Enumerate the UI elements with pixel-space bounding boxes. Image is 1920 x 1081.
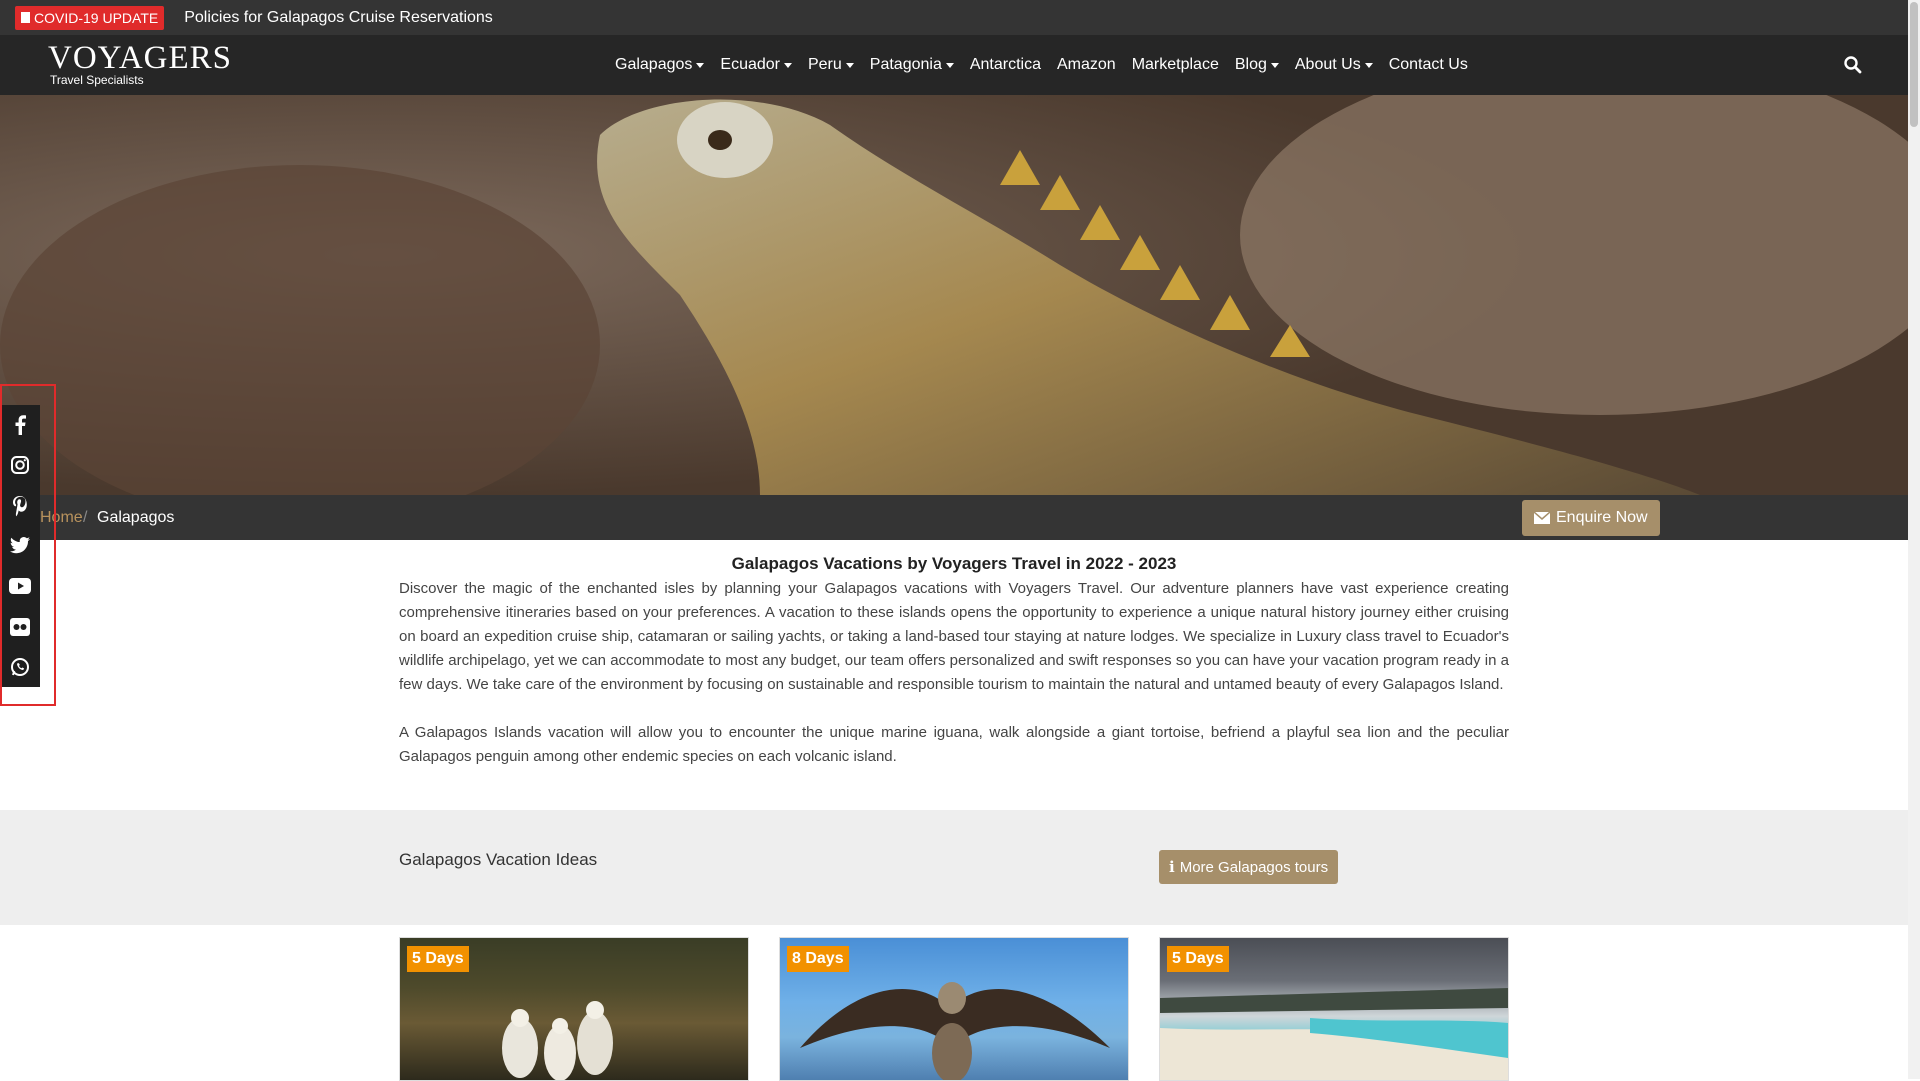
info-icon: i [1169, 858, 1175, 876]
document-icon [21, 12, 30, 23]
nav-item-blog[interactable]: Blog [1235, 56, 1279, 74]
nav-item-galapagos[interactable]: Galapagos [615, 56, 705, 74]
caret-down-icon [783, 62, 792, 68]
caret-down-icon [845, 62, 854, 68]
nav-item-contact-us[interactable]: Contact Us [1389, 56, 1468, 74]
flickr-icon[interactable] [9, 616, 31, 638]
breadcrumb-home-link[interactable]: Home [40, 509, 83, 527]
more-galapagos-tours-button[interactable]: i More Galapagos tours [1159, 850, 1339, 884]
caret-down-icon [1364, 62, 1373, 68]
nav-item-ecuador[interactable]: Ecuador [720, 56, 792, 74]
nav-label: Peru [807, 56, 842, 73]
page-scrollbar[interactable] [1908, 0, 1920, 1079]
breadcrumb-separator: / [83, 509, 88, 526]
tour-card[interactable]: 8 Days [779, 937, 1129, 1081]
nav-label: Marketplace [1131, 56, 1219, 73]
intro-paragraph-2: A Galapagos Islands vacation will allow … [399, 724, 1509, 765]
covid-badge-label: COVID-19 UPDATE [34, 9, 159, 26]
page-title: Galapagos Vacations by Voyagers Travel i… [731, 554, 1177, 573]
top-announcement-bar: COVID-19 UPDATE Policies for Galapagos C… [0, 0, 1920, 35]
covid-update-badge[interactable]: COVID-19 UPDATE [15, 5, 165, 30]
pinterest-icon[interactable] [9, 495, 31, 517]
caret-down-icon [696, 62, 705, 68]
whatsapp-icon[interactable] [9, 656, 31, 678]
facebook-icon[interactable] [9, 414, 31, 436]
policies-link[interactable]: Policies for Galapagos Cruise Reservatio… [184, 9, 493, 27]
nav-label: Galapagos [615, 56, 693, 73]
scrollbar-thumb[interactable] [1910, 2, 1918, 127]
nav-label: Amazon [1056, 56, 1116, 73]
nav-item-patagonia[interactable]: Patagonia [870, 56, 954, 74]
main-navbar: VOYAGERS Travel Specialists Galapagos Ec… [0, 35, 1908, 95]
brand-name: VOYAGERS [48, 40, 233, 76]
social-sidebar [0, 405, 40, 687]
youtube-icon[interactable] [9, 575, 31, 597]
twitter-icon[interactable] [9, 535, 31, 557]
nav-label: Ecuador [720, 56, 780, 73]
iguana-illustration [0, 95, 1908, 495]
breadcrumb: Home / Galapagos Enquire Now [0, 495, 1908, 540]
nav-label: Antarctica [969, 56, 1041, 73]
nav-label: Contact Us [1388, 56, 1468, 73]
nav-item-antarctica[interactable]: Antarctica [970, 56, 1041, 74]
tour-card[interactable]: 5 Days [399, 937, 749, 1081]
vacation-ideas-title: Galapagos Vacation Ideas [399, 850, 598, 869]
envelope-icon [1534, 512, 1550, 524]
more-tours-label: More Galapagos tours [1179, 858, 1329, 876]
nav-item-about-us[interactable]: About Us [1295, 56, 1373, 74]
nav-label: About Us [1294, 56, 1361, 73]
enquire-now-button[interactable]: Enquire Now [1522, 500, 1660, 536]
nav-links: Galapagos Ecuador Peru Patagonia Antarct… [615, 35, 1468, 95]
instagram-icon[interactable] [9, 454, 31, 476]
search-icon[interactable] [1843, 55, 1863, 75]
intro-section: Galapagos Vacations by Voyagers Travel i… [399, 554, 1509, 793]
duration-badge: 5 Days [407, 946, 469, 972]
nav-label: Patagonia [869, 56, 942, 73]
nav-item-marketplace[interactable]: Marketplace [1132, 56, 1219, 74]
nav-item-amazon[interactable]: Amazon [1057, 56, 1116, 74]
hero-banner-image [0, 95, 1908, 495]
enquire-label: Enquire Now [1556, 509, 1648, 526]
nav-item-peru[interactable]: Peru [808, 56, 854, 74]
caret-down-icon [1270, 62, 1279, 68]
vacation-ideas-band [0, 810, 1908, 925]
caret-down-icon [945, 62, 954, 68]
voyagers-logo[interactable]: VOYAGERS Travel Specialists [48, 41, 232, 87]
duration-badge: 5 Days [1167, 946, 1229, 972]
breadcrumb-current: Galapagos [97, 509, 175, 526]
intro-paragraph-1: Discover the magic of the enchanted isle… [399, 580, 1509, 693]
nav-label: Blog [1234, 56, 1267, 73]
tour-card[interactable]: 5 Days [1159, 937, 1509, 1081]
duration-badge: 8 Days [787, 946, 849, 972]
